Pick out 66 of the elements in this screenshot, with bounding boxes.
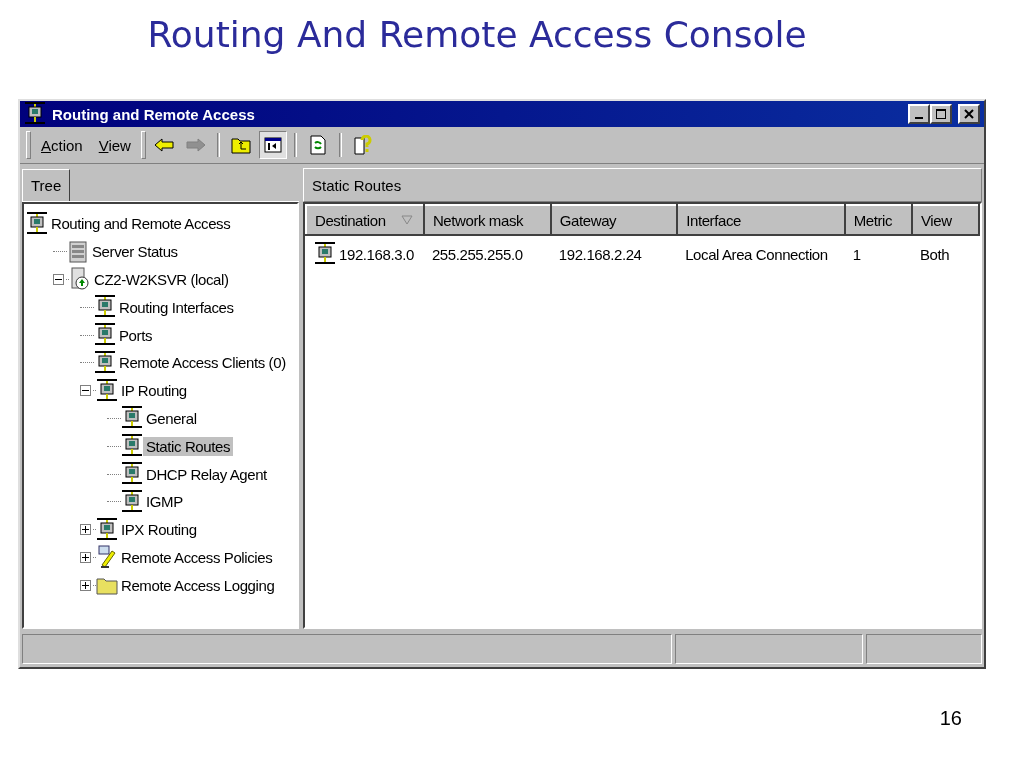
network-computer-icon xyxy=(121,488,143,515)
tree-item[interactable]: Ports xyxy=(116,325,155,345)
expand-toggle[interactable] xyxy=(80,579,91,591)
help-icon xyxy=(353,135,372,155)
tree-item[interactable]: General xyxy=(143,408,200,428)
sort-arrow-icon xyxy=(400,215,413,225)
minimize-button[interactable] xyxy=(908,104,930,124)
pane-title: Static Routes xyxy=(312,176,402,194)
expand-toggle[interactable] xyxy=(80,524,91,536)
collapse-toggle[interactable] xyxy=(53,274,64,285)
close-button[interactable] xyxy=(958,104,980,124)
refresh-icon xyxy=(309,135,326,155)
tree-item[interactable]: IPX Routing xyxy=(118,520,200,540)
back-arrow-icon xyxy=(153,138,174,152)
maximize-button[interactable] xyxy=(930,104,952,124)
tree-item[interactable]: CZ2-W2KSVR (local) xyxy=(91,270,232,289)
pane-toggle-icon xyxy=(263,137,282,153)
column-header[interactable]: Network mask xyxy=(423,205,551,235)
tree-item[interactable]: Routing and Remote Access xyxy=(48,214,234,234)
tree-item[interactable]: Remote Access Policies xyxy=(118,547,276,567)
tree-item[interactable]: IP Routing xyxy=(118,381,190,401)
minus-icon xyxy=(55,276,62,283)
column-header[interactable]: Destination xyxy=(306,205,424,235)
network-computer-icon xyxy=(94,349,116,376)
table-cell: 255.255.255.0 xyxy=(431,245,523,263)
plus-icon xyxy=(82,581,89,589)
column-header[interactable]: Metric xyxy=(844,205,912,235)
close-icon xyxy=(964,109,974,119)
tree-item[interactable]: Remote Access Clients (0) xyxy=(116,353,289,373)
tree-item[interactable]: DHCP Relay Agent xyxy=(143,464,270,484)
menu-item[interactable]: Action xyxy=(35,134,89,156)
folder-up-icon xyxy=(230,136,251,154)
column-header[interactable]: Interface xyxy=(677,205,845,235)
collapse-toggle[interactable] xyxy=(80,385,91,397)
table-cell: 1 xyxy=(852,245,861,263)
slide-title: Routing And Remote Access Console xyxy=(147,14,808,55)
tree-item[interactable]: Remote Access Logging xyxy=(118,575,278,595)
table-cell: 192.168.3.0 xyxy=(339,245,414,263)
page-number: 16 xyxy=(939,707,962,730)
plus-icon xyxy=(82,526,89,534)
server-icon xyxy=(67,240,89,263)
table-cell: 192.168.2.24 xyxy=(558,245,642,263)
maximize-icon xyxy=(936,109,946,119)
server-up-icon xyxy=(69,267,91,292)
tree-item[interactable]: Server Status xyxy=(89,242,181,262)
expand-toggle[interactable] xyxy=(80,551,91,563)
minimize-icon xyxy=(915,117,923,119)
forward-arrow-icon xyxy=(185,138,206,152)
table-cell: Both xyxy=(920,245,950,263)
menu-item[interactable]: View xyxy=(92,134,137,156)
network-computer-icon xyxy=(314,241,336,267)
toolbar-button[interactable] xyxy=(258,131,287,159)
folder-icon xyxy=(96,575,118,596)
network-computer-icon xyxy=(96,516,118,543)
column-header[interactable]: Gateway xyxy=(550,205,678,235)
policy-icon xyxy=(96,545,118,570)
tree-item[interactable]: IGMP xyxy=(143,492,186,512)
column-header[interactable]: View xyxy=(912,205,979,235)
tree-item[interactable]: Static Routes xyxy=(143,436,233,456)
network-computer-icon xyxy=(26,210,48,237)
network-computer-icon xyxy=(96,377,118,404)
tree-tab[interactable]: Tree xyxy=(22,169,71,201)
plus-icon xyxy=(82,553,89,561)
table-cell: Local Area Connection xyxy=(685,245,828,263)
window-title: Routing and Remote Access xyxy=(52,105,256,123)
tree-item[interactable]: Routing Interfaces xyxy=(116,297,237,317)
